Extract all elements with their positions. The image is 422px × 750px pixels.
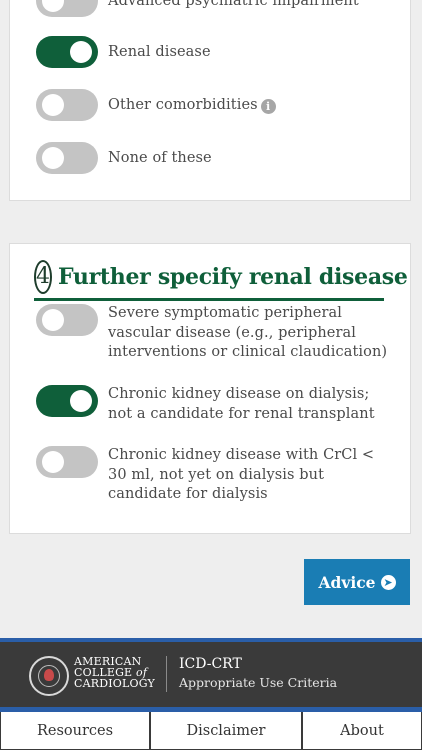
option-label: Severe symptomatic peripheral vascular d… bbox=[108, 305, 388, 360]
org-name: AMERICAN COLLEGE of CARDIOLOGY bbox=[74, 655, 156, 690]
toggle-knob bbox=[70, 390, 92, 412]
option-label: Other comorbidities bbox=[108, 97, 258, 113]
toggle-knob bbox=[42, 147, 64, 169]
option-label: None of these bbox=[108, 150, 212, 166]
option-label: Advanced psychiatric impairment bbox=[108, 0, 359, 9]
option-label: Renal disease bbox=[108, 44, 211, 60]
tab-about[interactable]: About bbox=[302, 712, 422, 750]
option-ckd-on-dialysis[interactable]: Chronic kidney disease on dialysis; not … bbox=[36, 385, 390, 424]
tab-disclaimer[interactable]: Disclaimer bbox=[150, 712, 302, 750]
advice-label: Advice bbox=[318, 572, 376, 592]
toggle-switch[interactable] bbox=[36, 446, 98, 478]
option-none-of-these[interactable]: None of these bbox=[36, 142, 390, 174]
footer-divider bbox=[166, 656, 167, 692]
toggle-switch[interactable] bbox=[36, 89, 98, 121]
step-title: Further specify renal disease bbox=[58, 264, 408, 290]
toggle-knob bbox=[42, 0, 64, 12]
toggle-knob bbox=[42, 451, 64, 473]
option-label-wrap: Other comorbidities i bbox=[108, 96, 276, 116]
arrow-right-circle-icon: ➤ bbox=[380, 574, 396, 590]
toggle-switch[interactable] bbox=[36, 385, 98, 417]
toggle-switch[interactable] bbox=[36, 142, 98, 174]
option-ckd-crcl-under-30[interactable]: Chronic kidney disease with CrCl < 30 ml… bbox=[36, 446, 390, 505]
step-header: 4 Further specify renal disease bbox=[34, 260, 408, 294]
toggle-switch[interactable] bbox=[36, 36, 98, 68]
toggle-knob bbox=[70, 41, 92, 63]
option-other-comorbidities[interactable]: Other comorbidities i bbox=[36, 89, 390, 121]
comorbidities-card: Advanced psychiatric impairment Renal di… bbox=[9, 0, 411, 201]
option-renal-disease[interactable]: Renal disease bbox=[36, 36, 390, 68]
toggle-knob bbox=[42, 309, 64, 331]
info-icon[interactable]: i bbox=[260, 99, 276, 114]
step-number-badge: 4 bbox=[34, 260, 52, 294]
toggle-switch[interactable] bbox=[36, 0, 98, 17]
option-peripheral-vascular-disease[interactable]: Severe symptomatic peripheral vascular d… bbox=[36, 304, 390, 363]
footer-accent-line bbox=[0, 638, 422, 642]
acc-seal-logo-icon bbox=[29, 656, 69, 696]
renal-disease-card: 4 Further specify renal disease Severe s… bbox=[9, 243, 411, 534]
bottom-tab-bar: Resources Disclaimer About bbox=[0, 707, 422, 750]
toggle-switch[interactable] bbox=[36, 304, 98, 336]
option-label: Chronic kidney disease on dialysis; not … bbox=[108, 386, 375, 422]
option-label: Chronic kidney disease with CrCl < 30 ml… bbox=[108, 447, 375, 502]
title-underline bbox=[34, 298, 384, 301]
toggle-knob bbox=[42, 94, 64, 116]
option-advanced-psychiatric-impairment[interactable]: Advanced psychiatric impairment bbox=[36, 0, 390, 17]
heart-icon bbox=[44, 669, 54, 681]
advice-button[interactable]: Advice ➤ bbox=[304, 559, 410, 605]
app-name: ICD-CRT bbox=[179, 656, 242, 672]
app-subtitle: Appropriate Use Criteria bbox=[179, 675, 338, 690]
tab-resources[interactable]: Resources bbox=[0, 712, 150, 750]
